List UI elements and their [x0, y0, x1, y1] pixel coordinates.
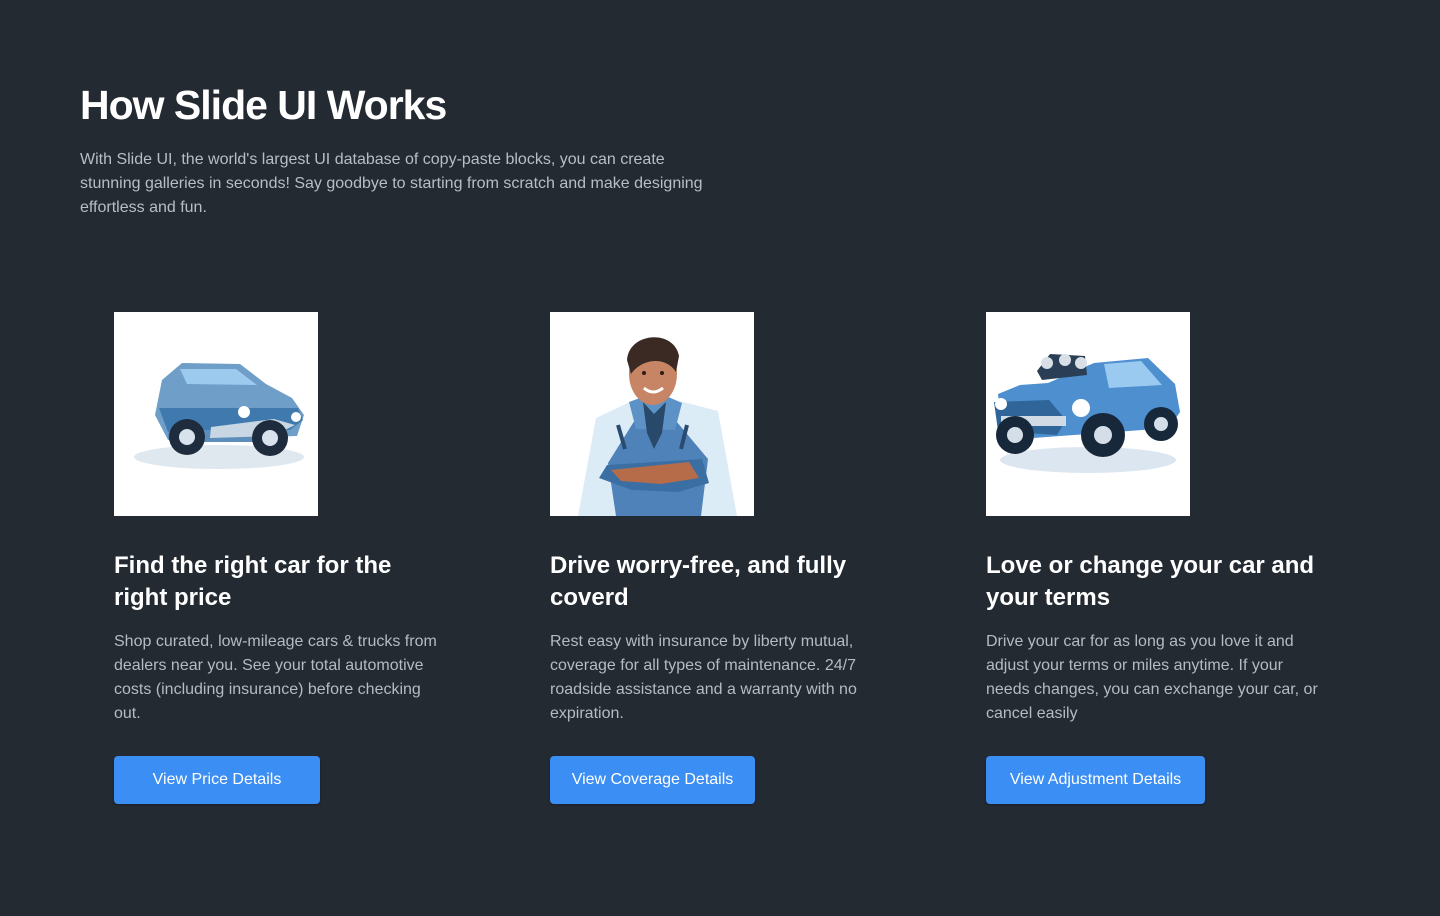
- card-description: Shop curated, low-mileage cars & trucks …: [114, 633, 437, 722]
- person-illustration-icon: [550, 312, 754, 516]
- blue-vintage-car-image: [114, 312, 318, 516]
- section-header: How Slide UI Works With Slide UI, the wo…: [80, 78, 740, 220]
- card-title: Drive worry-free, and fully coverd: [550, 552, 847, 611]
- view-price-details-button[interactable]: View Price Details: [114, 756, 320, 804]
- card-title: Love or change your car and your terms: [986, 552, 1315, 611]
- card-description: Rest easy with insurance by liberty mutu…: [550, 633, 857, 722]
- view-coverage-details-button[interactable]: View Coverage Details: [550, 756, 755, 804]
- page-intro: With Slide UI, the world's largest UI da…: [80, 151, 703, 216]
- feature-card-coverage: Drive worry-free, and fully coverd Rest …: [550, 312, 890, 804]
- hot-rod-illustration-icon: [986, 312, 1190, 516]
- blue-hot-rod-car-image: [986, 312, 1190, 516]
- feature-card-price: Find the right car for the right price S…: [114, 312, 454, 804]
- feature-card-adjustment: Love or change your car and your terms D…: [986, 312, 1326, 804]
- card-title: Find the right car for the right price: [114, 552, 392, 611]
- smiling-man-image: [550, 312, 754, 516]
- card-description: Drive your car for as long as you love i…: [986, 633, 1318, 722]
- page-title: How Slide UI Works: [80, 82, 447, 128]
- car-illustration-icon: [114, 312, 318, 516]
- view-adjustment-details-button[interactable]: View Adjustment Details: [986, 756, 1205, 804]
